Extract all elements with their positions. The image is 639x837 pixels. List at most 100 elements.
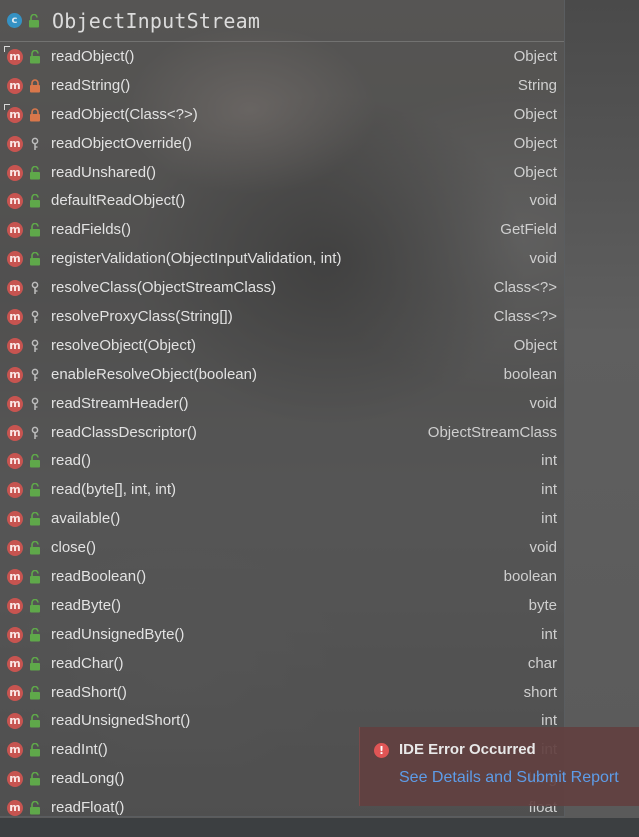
- method-name: read(): [51, 452, 92, 470]
- method-row[interactable]: m readClassDescriptor() ObjectStreamClass: [0, 419, 564, 448]
- method-icon: m: [7, 395, 23, 412]
- file-structure-popup: c ObjectInputStream m readObject() Object m…: [0, 0, 565, 817]
- method-name: readInt(): [51, 741, 108, 759]
- method-icon: m: [7, 164, 23, 181]
- method-row[interactable]: m defaultReadObject() void: [0, 187, 564, 216]
- method-row[interactable]: m readByte() byte: [0, 592, 564, 621]
- return-type: void: [529, 250, 557, 268]
- editor-background-strip: [565, 0, 639, 837]
- method-icon: m: [7, 655, 23, 672]
- method-name: readBoolean(): [51, 568, 147, 586]
- return-type: Object: [513, 105, 557, 123]
- method-row[interactable]: m readUnshared() Object: [0, 159, 564, 188]
- method-icon: m: [7, 453, 23, 470]
- method-icon: m: [7, 366, 23, 383]
- method-name: resolveClass(ObjectStreamClass): [51, 279, 277, 297]
- method-icon: m: [7, 77, 23, 94]
- open-lock-icon: [30, 454, 40, 468]
- method-row[interactable]: m readObject(Class<?>) Object: [0, 101, 564, 130]
- lock-icon: [30, 108, 40, 122]
- method-row[interactable]: m readUnsignedByte() int: [0, 621, 564, 650]
- key-icon: [31, 310, 39, 324]
- method-row[interactable]: m registerValidation(ObjectInputValidatio…: [0, 245, 564, 274]
- method-icon: m: [7, 569, 23, 586]
- method-row[interactable]: m readBoolean() boolean: [0, 563, 564, 592]
- open-lock-icon: [30, 483, 40, 497]
- open-lock-icon: [30, 541, 40, 555]
- notification-title: IDE Error Occurred: [399, 741, 536, 758]
- method-icon: m: [7, 540, 23, 557]
- method-name: readObject(): [51, 48, 135, 65]
- method-name: readStreamHeader(): [51, 394, 189, 412]
- method-row[interactable]: m readShort() short: [0, 679, 564, 708]
- method-name: readString(): [51, 76, 131, 94]
- method-name: resolveObject(Object): [51, 336, 197, 354]
- return-type: int: [541, 452, 557, 470]
- return-type: char: [527, 654, 557, 672]
- return-type: Class<?>: [493, 279, 557, 297]
- method-name: defaultReadObject(): [51, 192, 186, 210]
- method-icon: m: [7, 597, 23, 614]
- method-name: readShort(): [51, 683, 127, 701]
- method-row[interactable]: m read(byte[], int, int) int: [0, 476, 564, 505]
- return-type: Object: [513, 336, 557, 354]
- return-type: int: [541, 481, 557, 499]
- return-type: void: [529, 394, 557, 412]
- method-row[interactable]: m readChar() char: [0, 650, 564, 679]
- open-lock-icon: [30, 656, 40, 671]
- open-lock-icon: [30, 50, 40, 64]
- method-icon: m: [7, 337, 23, 354]
- method-icon: m: [7, 193, 23, 210]
- method-icon: m: [7, 713, 23, 730]
- method-name: registerValidation(ObjectInputValidation…: [51, 250, 342, 268]
- key-icon: [31, 368, 39, 381]
- method-icon: m: [4, 103, 23, 123]
- return-type: short: [523, 683, 557, 701]
- method-icon: m: [7, 424, 23, 441]
- popup-header: c ObjectInputStream: [0, 0, 564, 42]
- class-icon: c: [7, 13, 22, 28]
- method-name: readClassDescriptor(): [51, 423, 197, 441]
- method-icon: m: [7, 626, 23, 643]
- method-row[interactable]: m resolveClass(ObjectStreamClass) Class<?>: [0, 274, 564, 303]
- method-name: readFields(): [51, 221, 132, 239]
- method-icon: m: [7, 742, 23, 759]
- open-lock-icon: [30, 512, 40, 526]
- method-name: available(): [51, 510, 121, 528]
- return-type: String: [517, 76, 557, 94]
- open-lock-icon: [30, 194, 40, 208]
- method-row[interactable]: m readStreamHeader() void: [0, 390, 564, 419]
- method-icon: m: [7, 684, 23, 701]
- method-row[interactable]: m close() void: [0, 534, 564, 563]
- method-row[interactable]: m resolveProxyClass(String[]) Class<?>: [0, 303, 564, 332]
- method-row[interactable]: m available() int: [0, 505, 564, 534]
- open-lock-icon: [30, 570, 40, 584]
- method-name: readObject(Class<?>): [51, 105, 198, 123]
- return-type: Object: [513, 48, 557, 65]
- method-row[interactable]: m resolveObject(Object) Object: [0, 332, 564, 361]
- return-type: boolean: [503, 365, 557, 383]
- return-type: Class<?>: [493, 308, 557, 326]
- open-lock-icon: [30, 685, 40, 700]
- error-notification: ! IDE Error Occurred See Details and Sub…: [359, 727, 639, 806]
- method-row[interactable]: m read() int: [0, 447, 564, 476]
- method-name: read(byte[], int, int): [51, 481, 177, 499]
- open-lock-icon: [30, 598, 40, 613]
- method-name: resolveProxyClass(String[]): [51, 308, 233, 326]
- return-type: void: [529, 192, 557, 210]
- method-icon: m: [4, 46, 23, 65]
- method-row[interactable]: m enableResolveObject(boolean) boolean: [0, 361, 564, 390]
- status-bar: [0, 818, 639, 837]
- method-row[interactable]: m readObject() Object: [0, 43, 564, 72]
- key-icon: [31, 281, 39, 295]
- open-lock-icon: [30, 223, 40, 237]
- method-row[interactable]: m readFields() GetField: [0, 216, 564, 245]
- method-list: m readObject() Object m readString() String m r…: [0, 43, 564, 816]
- return-type: int: [541, 510, 557, 528]
- open-lock-icon: [30, 252, 40, 266]
- method-row[interactable]: m readObjectOverride() Object: [0, 130, 564, 159]
- return-type: Object: [513, 163, 557, 181]
- return-type: byte: [528, 596, 557, 614]
- submit-report-link[interactable]: See Details and Submit Report: [399, 769, 619, 787]
- method-row[interactable]: m readString() String: [0, 72, 564, 101]
